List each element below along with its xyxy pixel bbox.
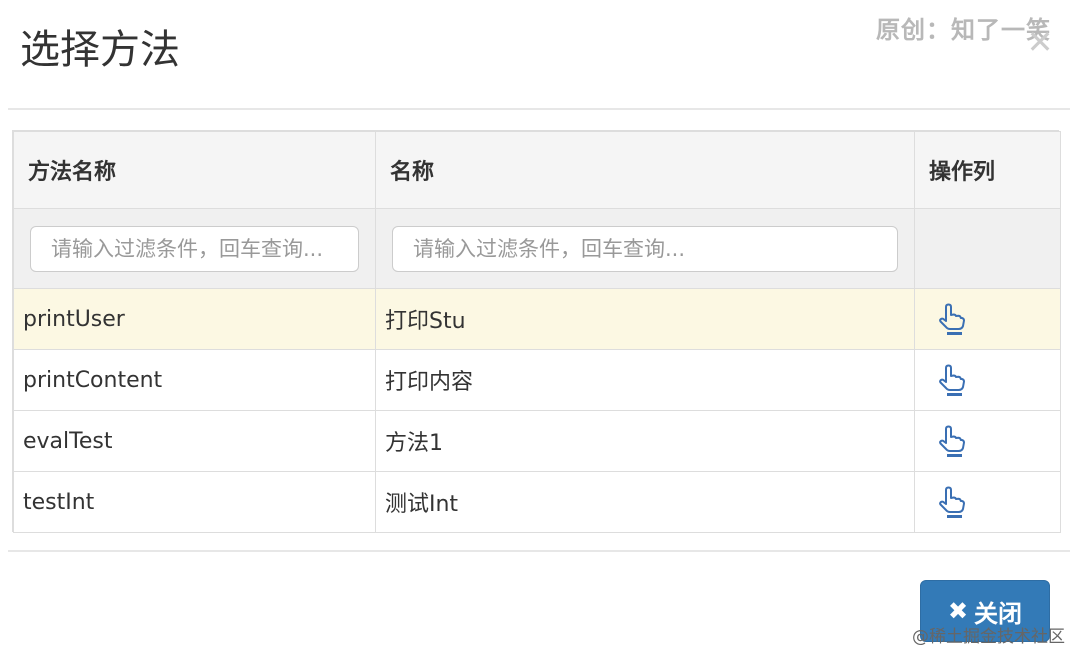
header-divider bbox=[8, 108, 1070, 110]
method-name-cell: printUser bbox=[13, 288, 376, 350]
method-name-filter-input[interactable] bbox=[30, 225, 359, 272]
name-cell: 方法1 bbox=[375, 410, 915, 472]
pointer-hand-icon[interactable] bbox=[934, 363, 968, 397]
action-cell bbox=[914, 410, 1061, 472]
action-cell bbox=[914, 288, 1061, 350]
dialog-title: 选择方法 bbox=[20, 27, 180, 73]
column-header-method-name[interactable]: 方法名称 bbox=[13, 131, 376, 209]
filter-cell-name bbox=[375, 208, 915, 289]
action-cell bbox=[914, 349, 1061, 411]
column-header-actions: 操作列 bbox=[914, 131, 1061, 209]
close-icon[interactable]: ✕ bbox=[1020, 22, 1060, 62]
filter-cell-method-name bbox=[13, 208, 376, 289]
pointer-hand-icon[interactable] bbox=[934, 485, 968, 519]
select-method-dialog: 选择方法 原创：知了一笑 ✕ 方法名称 名称 操作列 请输入过滤条件，回车查询.… bbox=[0, 0, 1080, 662]
filter-row bbox=[13, 208, 1061, 289]
footer-divider bbox=[8, 550, 1070, 552]
filter-cell-actions bbox=[914, 208, 1061, 289]
name-cell: 测试Int bbox=[375, 471, 915, 533]
table-row[interactable]: testInt 测试Int bbox=[13, 471, 1061, 533]
close-icon: ✖ bbox=[947, 597, 969, 625]
method-name-cell: printContent bbox=[13, 349, 376, 411]
method-table-container: 方法名称 名称 操作列 printUser 打印Stu bbox=[12, 130, 1061, 533]
name-cell: 打印内容 bbox=[375, 349, 915, 411]
method-name-cell: testInt bbox=[13, 471, 376, 533]
method-name-cell: evalTest bbox=[13, 410, 376, 472]
pointer-hand-icon[interactable] bbox=[934, 424, 968, 458]
name-filter-input[interactable] bbox=[392, 225, 898, 272]
method-table: 方法名称 名称 操作列 printUser 打印Stu bbox=[13, 131, 1061, 533]
watermark-bottom: @稀土掘金技术社区 bbox=[912, 627, 1065, 647]
name-cell: 打印Stu bbox=[375, 288, 915, 350]
table-row[interactable]: printUser 打印Stu bbox=[13, 288, 1061, 350]
action-cell bbox=[914, 471, 1061, 533]
table-row[interactable]: printContent 打印内容 bbox=[13, 349, 1061, 411]
table-row[interactable]: evalTest 方法1 bbox=[13, 410, 1061, 472]
table-header-row: 方法名称 名称 操作列 bbox=[13, 131, 1061, 209]
pointer-hand-icon[interactable] bbox=[934, 302, 968, 336]
column-header-name[interactable]: 名称 bbox=[375, 131, 915, 209]
